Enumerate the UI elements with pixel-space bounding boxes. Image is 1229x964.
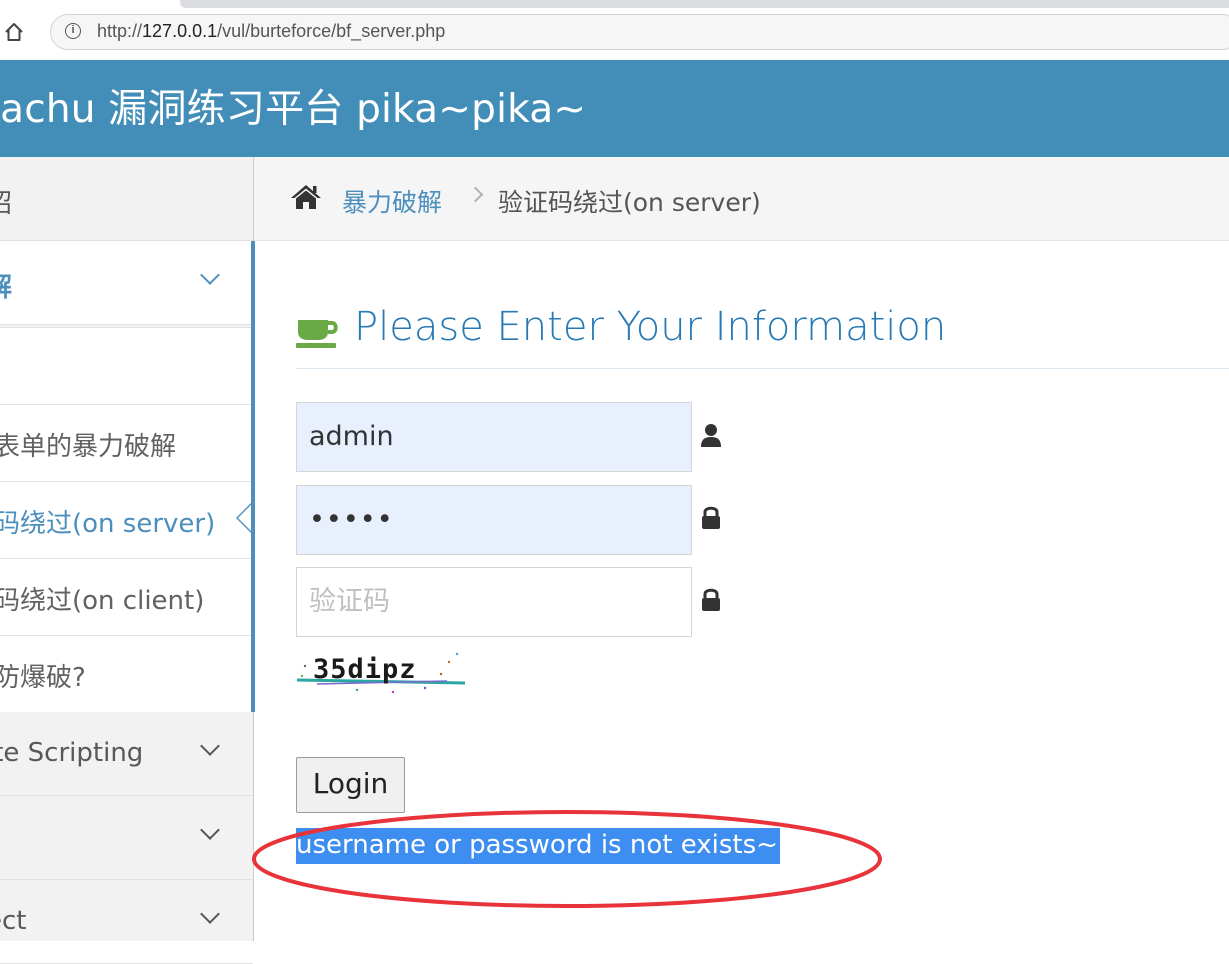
bruteforce-submenu: 表单的暴力破解 码绕过(on server) 码绕过(on client) 防爆… [0, 327, 253, 712]
sidebar-item-label: 绍 [0, 183, 12, 220]
breadcrumb-current: 验证码绕过(on server) [498, 188, 761, 217]
lock-icon [702, 588, 720, 611]
info-icon[interactable]: i [65, 23, 81, 39]
browser-tab-strip [180, 0, 1229, 8]
sidebar-active-rail [251, 241, 255, 712]
submenu-item-form-bruteforce[interactable]: 表单的暴力破解 [0, 404, 253, 481]
url-text[interactable]: http://127.0.0.1/vul/burteforce/bf_serve… [97, 21, 445, 42]
captcha-text: 35dipz [313, 654, 417, 685]
app-header: kachu 漏洞练习平台 pika~pika~ [0, 60, 1229, 157]
login-button[interactable]: Login [296, 757, 405, 813]
sidebar-item-label: ect [0, 906, 27, 936]
page-title: Please Enter Your Information [354, 304, 947, 350]
home-icon[interactable] [4, 22, 24, 42]
captcha-image[interactable]: 35dipz [296, 648, 467, 694]
sidebar-item-label: ite Scripting [0, 738, 144, 768]
chevron-down-icon [200, 736, 220, 756]
url-host: 127.0.0.1 [142, 21, 218, 41]
captcha-input[interactable]: 验证码 [296, 567, 692, 637]
sidebar-item-intro[interactable]: 绍 [0, 157, 253, 241]
chevron-down-icon [200, 904, 220, 924]
breadcrumb-link[interactable]: 暴力破解 [342, 183, 442, 219]
sidebar-item-xss[interactable]: ite Scripting [0, 712, 253, 796]
sidebar-item-sql-inject[interactable]: ect [0, 880, 253, 964]
lock-icon [702, 506, 720, 529]
brand-title[interactable]: kachu 漏洞练习平台 pika~pika~ [0, 78, 586, 134]
submenu-item-token-protect[interactable]: 防爆破? [0, 635, 253, 712]
submenu-item-label: 表单的暴力破解 [0, 432, 177, 462]
sidebar-item-csrf[interactable] [0, 796, 253, 880]
submenu-item-overview[interactable] [0, 327, 253, 404]
submenu-item-label: 码绕过(on server) [0, 509, 216, 539]
chevron-down-icon [200, 265, 220, 285]
username-input[interactable]: admin [296, 402, 692, 472]
submenu-item-label: 防爆破? [0, 663, 86, 693]
sidebar-item-bruteforce[interactable]: 解 [0, 241, 253, 325]
submenu-item-captcha-client[interactable]: 码绕过(on client) [0, 558, 253, 635]
page-header: Please Enter Your Information [296, 302, 1229, 369]
submenu-item-captcha-server[interactable]: 码绕过(on server) [0, 481, 253, 558]
chevron-down-icon [200, 820, 220, 840]
sidebar: 绍 解 表单的暴力破解 码绕过(on server) 码绕过(on client… [0, 157, 254, 964]
chevron-right-icon [467, 186, 484, 203]
url-path: /vul/burteforce/bf_server.php [217, 21, 446, 41]
highlight-annotation [252, 810, 882, 908]
user-icon [701, 424, 721, 447]
url-prefix: http:// [97, 21, 143, 41]
sidebar-item-label: 解 [0, 267, 12, 304]
home-icon [291, 185, 321, 209]
coffee-icon [296, 320, 338, 348]
submenu-item-label: 码绕过(on client) [0, 586, 205, 616]
browser-toolbar: i http://127.0.0.1/vul/burteforce/bf_ser… [0, 0, 1229, 60]
breadcrumb: 暴力破解 验证码绕过(on server) [254, 157, 1229, 241]
address-bar[interactable]: i http://127.0.0.1/vul/burteforce/bf_ser… [50, 14, 1229, 50]
password-input[interactable]: ••••• [296, 485, 692, 555]
